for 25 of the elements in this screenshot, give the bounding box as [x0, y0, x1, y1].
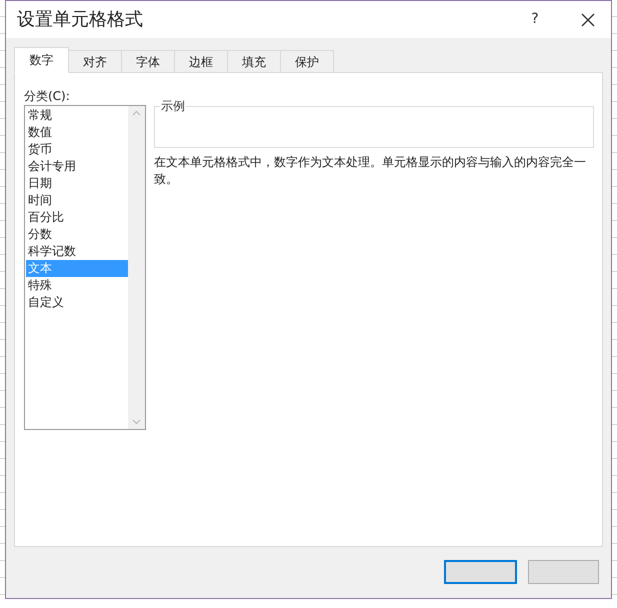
list-item[interactable]: 分数 [26, 226, 128, 243]
list-item[interactable]: 特殊 [26, 277, 128, 294]
list-item[interactable]: 自定义 [26, 294, 128, 311]
group-legend: 示例 [160, 98, 186, 114]
category-label: 分类(C): [24, 88, 71, 105]
list-item[interactable]: 货币 [26, 141, 128, 158]
default-button[interactable] [444, 560, 517, 584]
description-text: 在文本单元格格式中，数字作为文本处理。单元格显示的内容与输入的内容完全一致。 [154, 154, 587, 188]
list-item[interactable]: 常规 [26, 107, 128, 124]
list-item[interactable]: 会计专用 [26, 158, 128, 175]
list-item[interactable]: 百分比 [26, 209, 128, 226]
list-item[interactable]: 数值 [26, 124, 128, 141]
tab[interactable]: 数字 [14, 47, 69, 73]
list-item[interactable]: 科学记数 [26, 243, 128, 260]
close-icon[interactable] [581, 12, 595, 26]
list-item[interactable]: 时间 [26, 192, 128, 209]
list-item[interactable]: 日期 [26, 175, 128, 192]
help-button[interactable]: ? [525, 9, 545, 30]
tab[interactable]: 保护 [280, 50, 334, 73]
category-list[interactable]: 常规 数值 货币 会计专用 日期 时间 百分比 分数 科学记数 文本 特殊 自定义 [24, 105, 146, 430]
scroll-up-icon[interactable] [132, 110, 141, 116]
window-title: 设置单元格格式 [17, 8, 143, 32]
scroll-down-icon[interactable] [132, 419, 141, 425]
scrollbar[interactable] [128, 106, 145, 429]
dialog-button[interactable] [528, 560, 599, 584]
